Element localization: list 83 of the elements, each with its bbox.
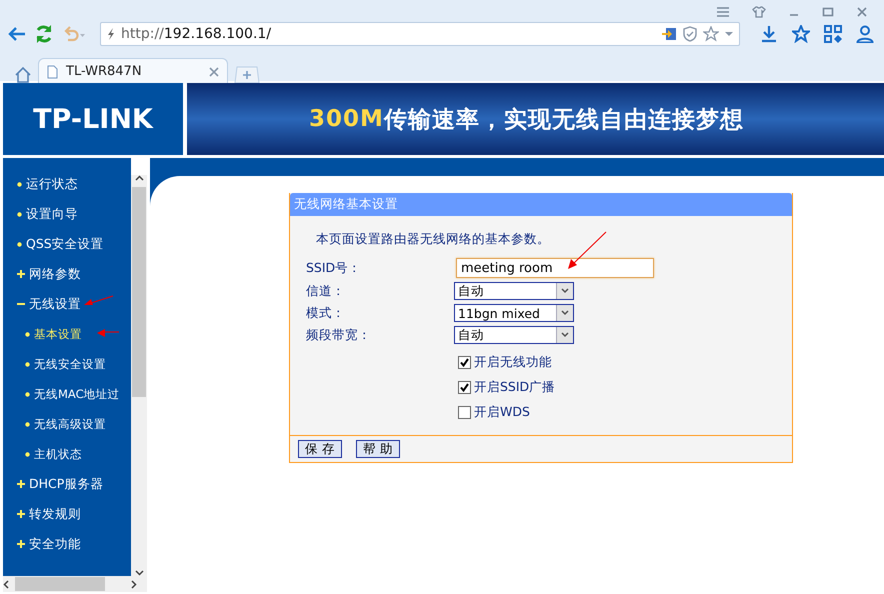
menu-item[interactable]: 基本设置	[34, 326, 82, 342]
plus-icon[interactable]	[17, 270, 25, 278]
menu-item[interactable]: 无线设置	[29, 296, 81, 312]
back-icon[interactable]	[8, 26, 26, 42]
menu-item[interactable]: 无线高级设置	[34, 416, 106, 432]
description-text: 本页面设置路由器无线网络的基本参数。	[316, 231, 550, 246]
form-button[interactable]: 保 存	[298, 440, 342, 458]
lightning-icon	[107, 28, 115, 40]
scroll-down-icon[interactable]	[134, 570, 144, 576]
browser-tab[interactable]: TL-WR847N	[38, 58, 228, 84]
star-icon[interactable]	[703, 26, 719, 42]
bullet-icon	[17, 212, 22, 216]
dropdown[interactable]: 自动	[454, 282, 574, 300]
dropdown[interactable]: 11bgn mixed	[454, 304, 574, 322]
menu-item[interactable]: DHCP服务器	[29, 476, 104, 492]
input-field[interactable]: meeting room	[456, 258, 654, 278]
bullet-icon	[25, 452, 30, 456]
shirt-icon[interactable]	[752, 6, 766, 18]
bullet-icon	[25, 392, 30, 396]
address-bar[interactable]: http://192.168.100.1/	[100, 22, 740, 46]
menu-item[interactable]: 网络参数	[29, 266, 81, 282]
form-button[interactable]: 帮 助	[356, 440, 400, 458]
menu-item[interactable]: QSS安全设置	[26, 236, 104, 252]
menu-item[interactable]: 无线MAC地址过	[34, 386, 120, 402]
scroll-up-icon[interactable]	[134, 175, 144, 181]
url-scheme: http://	[121, 26, 164, 42]
annotation-arrow	[567, 231, 607, 271]
extension-icon[interactable]	[661, 26, 677, 42]
caret-icon	[561, 288, 569, 294]
field-label: 信道：	[306, 282, 346, 300]
menu-item[interactable]: 设置向导	[26, 206, 78, 222]
close-icon[interactable]	[856, 6, 868, 18]
checkbox[interactable]	[458, 381, 471, 394]
annotation-arrow	[96, 329, 120, 337]
menu-icon[interactable]	[716, 6, 730, 18]
scroll-right-icon[interactable]	[131, 580, 137, 588]
scroll-left-icon[interactable]	[3, 580, 9, 588]
menu-item[interactable]: 无线安全设置	[34, 356, 106, 372]
field-label: 频段带宽：	[306, 326, 372, 344]
menu-item[interactable]: 主机状态	[34, 446, 82, 462]
dropdown[interactable]: 自动	[454, 326, 574, 344]
bullet-icon	[17, 182, 22, 186]
plus-icon[interactable]	[17, 540, 25, 548]
field-label: 模式：	[306, 304, 346, 322]
caret-icon	[561, 310, 569, 316]
url-text: 192.168.100.1/	[164, 26, 272, 42]
brand-logo: TP-LINK	[3, 83, 183, 155]
bullet-icon	[25, 422, 30, 426]
home-icon[interactable]	[14, 66, 32, 84]
check-icon	[460, 358, 469, 367]
refresh-icon[interactable]	[34, 24, 54, 44]
plus-icon[interactable]	[17, 480, 25, 488]
panel-title: 无线网络基本设置	[290, 193, 792, 216]
checkbox-label: 开启无线功能	[474, 354, 552, 371]
user-icon[interactable]	[856, 25, 874, 43]
annotation-arrow	[82, 295, 114, 307]
bullet-icon	[25, 332, 30, 336]
download-icon[interactable]	[760, 25, 778, 43]
caret-icon[interactable]	[725, 31, 733, 37]
checkbox[interactable]	[458, 406, 471, 419]
apps-icon[interactable]	[824, 25, 842, 43]
bullet-icon	[17, 242, 22, 246]
checkbox[interactable]	[458, 356, 471, 369]
new-tab-icon[interactable]	[234, 66, 260, 84]
plus-icon[interactable]	[17, 510, 25, 518]
menu-item[interactable]: 转发规则	[29, 506, 81, 522]
maximize-icon[interactable]	[822, 6, 834, 18]
bullet-icon	[25, 362, 30, 366]
menu-item[interactable]: 运行状态	[26, 176, 78, 192]
banner-slogan: 300M传输速率，实现无线自由连接梦想	[187, 83, 884, 155]
star-icon[interactable]	[792, 25, 810, 43]
menu-item[interactable]: 安全功能	[29, 536, 81, 552]
check-icon	[460, 383, 469, 392]
field-label: SSID号：	[306, 260, 362, 276]
checkbox-label: 开启WDS	[474, 404, 530, 421]
checkbox-label: 开启SSID广播	[474, 379, 556, 396]
scrollbar-thumb[interactable]	[15, 577, 105, 591]
scrollbar-thumb[interactable]	[132, 187, 146, 397]
close-icon[interactable]	[209, 66, 219, 76]
shield-icon[interactable]	[683, 26, 697, 42]
minus-icon[interactable]	[17, 300, 25, 308]
caret-icon	[561, 332, 569, 338]
page-icon	[47, 64, 58, 78]
